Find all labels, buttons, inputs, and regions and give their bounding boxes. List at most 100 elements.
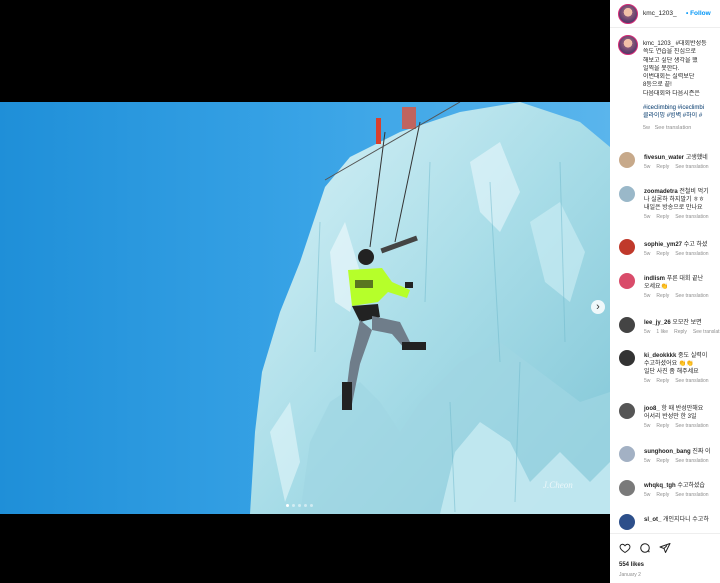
share-icon[interactable] bbox=[659, 542, 671, 554]
comment-item: lee_jy_26 오모잔 보면 5w 1 like Reply See transla… bbox=[618, 317, 720, 347]
caption-line: 해보고 싶단 생각을 했 bbox=[643, 57, 698, 64]
caption-line: 이번대회는 실력보단 bbox=[643, 74, 695, 81]
follow-button[interactable]: • Follow bbox=[686, 10, 711, 17]
commenter-avatar[interactable] bbox=[619, 317, 635, 333]
comment-time: 5w bbox=[644, 378, 651, 384]
commenter-avatar[interactable] bbox=[619, 350, 635, 366]
commenter-avatar[interactable] bbox=[619, 446, 635, 462]
caption-hashtags[interactable]: #iceclimbing #iceclimbi bbox=[643, 104, 720, 112]
comment-icon[interactable] bbox=[639, 542, 651, 554]
carousel-dots bbox=[286, 504, 313, 507]
comment-time: 5w bbox=[644, 214, 651, 220]
carousel-dot[interactable] bbox=[310, 504, 313, 507]
comment-text: 오모잔 보면 bbox=[672, 320, 702, 326]
commenter-avatar[interactable] bbox=[619, 480, 635, 496]
comment-text: 푸른 대회 끝난 bbox=[666, 276, 704, 282]
commenter-username[interactable]: fivesun_water bbox=[644, 155, 684, 161]
commenter-username[interactable]: sl_ot_ bbox=[644, 517, 661, 523]
comment-text-extra: 내일은 방송으로 만나요 bbox=[644, 205, 703, 211]
comment-time: 5w bbox=[644, 492, 651, 498]
commenter-username[interactable]: zoomadetra bbox=[644, 189, 678, 195]
carousel-dot[interactable] bbox=[304, 504, 307, 507]
heart-icon[interactable] bbox=[619, 542, 631, 554]
comment-item: zoomadetra 전철비 먹기나 실론하 하지말기 ㅎㅎ 내일은 방송으로 만… bbox=[618, 186, 720, 220]
post-date: January 2 bbox=[619, 572, 641, 578]
see-translation-link[interactable]: See translation bbox=[675, 378, 708, 384]
commenter-username[interactable]: ki_deokkkk bbox=[644, 353, 676, 359]
reply-button[interactable]: Reply bbox=[656, 458, 669, 464]
comment-text-extra: 일단 사진 좀 해주세요 bbox=[644, 369, 699, 375]
see-translation-link[interactable]: See translation bbox=[675, 214, 708, 220]
comment-time: 5w bbox=[644, 164, 651, 170]
reply-button[interactable]: Reply bbox=[656, 378, 669, 384]
comment-time: 5w bbox=[644, 329, 651, 335]
comment-item: fivesun_water 고생했네 5w Reply See translation bbox=[618, 152, 720, 182]
chevron-right-icon: › bbox=[596, 301, 600, 313]
reply-button[interactable]: Reply bbox=[656, 492, 669, 498]
commenter-username[interactable]: joo8_ bbox=[644, 406, 660, 412]
author-username[interactable]: kmc_1203_ bbox=[643, 10, 677, 17]
commenter-username[interactable]: sophie_ym27 bbox=[644, 242, 682, 248]
comment-item: sunghoon_bang 진짜 이 5w Reply See translation bbox=[618, 446, 720, 476]
comment-text: 진짜 이 bbox=[692, 449, 711, 455]
commenter-avatar[interactable] bbox=[619, 403, 635, 419]
post-media: J.Cheon › bbox=[0, 0, 610, 583]
comments-panel: kmc_1203_ • Follow kmc_1203_ #대회반성등 쓱도 연습… bbox=[610, 0, 720, 583]
see-translation-link[interactable]: See translation bbox=[693, 329, 720, 335]
carousel-dot[interactable] bbox=[286, 504, 289, 507]
carousel-dot[interactable] bbox=[292, 504, 295, 507]
comment-text: 수고하셨습 bbox=[677, 483, 705, 489]
commenter-avatar[interactable] bbox=[619, 514, 635, 530]
photo-signature: J.Cheon bbox=[543, 480, 573, 490]
see-translation-link[interactable]: See translation bbox=[675, 423, 708, 429]
comment-text: 고생했네 bbox=[685, 155, 708, 161]
caption-avatar[interactable] bbox=[618, 35, 638, 55]
see-translation-link[interactable]: See translation bbox=[675, 458, 708, 464]
comment-text-extra: 수고하셨어요 👏👏 bbox=[644, 361, 694, 367]
comment-item: joo8_ 항 때 반성만해요 어서리 반성만 한 3일 5w Reply See tr… bbox=[618, 403, 720, 433]
comment-likes[interactable]: 1 like bbox=[656, 329, 668, 335]
caption-hashtags[interactable]: 클라이밍 #빙벽 #하이 # bbox=[643, 112, 720, 120]
next-photo-button[interactable]: › bbox=[591, 300, 605, 314]
commenter-username[interactable]: whqkq_tgh bbox=[644, 483, 676, 489]
comment-text-extra: 오세요👏 bbox=[644, 284, 669, 290]
comment-item: indlism 푸른 대회 끝난오세요👏 5w Reply See translati… bbox=[618, 273, 720, 303]
comment-text-extra: 나 실론하 하지말기 ㅎㅎ bbox=[644, 197, 705, 203]
author-avatar[interactable] bbox=[618, 4, 638, 24]
see-translation-link[interactable]: See translation bbox=[675, 251, 708, 257]
commenter-avatar[interactable] bbox=[619, 186, 635, 202]
commenter-username[interactable]: lee_jy_26 bbox=[644, 320, 671, 326]
comment-item: ki_deokkkk 중도 실력이 수고하셨어요 👏👏 일단 사진 좀 해주세요 5w… bbox=[618, 350, 720, 384]
comment-text: 수고 하셨 bbox=[683, 242, 708, 248]
commenter-avatar[interactable] bbox=[619, 239, 635, 255]
commenter-username[interactable]: indlism bbox=[644, 276, 665, 282]
commenter-username[interactable]: sunghoon_bang bbox=[644, 449, 691, 455]
post-actions: 554 likes January 2 bbox=[610, 533, 720, 583]
commenter-avatar[interactable] bbox=[619, 152, 635, 168]
caption-line: 8등으로 끝! bbox=[643, 82, 672, 89]
reply-button[interactable]: Reply bbox=[656, 164, 669, 170]
reply-button[interactable]: Reply bbox=[674, 329, 687, 335]
reply-button[interactable]: Reply bbox=[656, 423, 669, 429]
comment-time: 5w bbox=[644, 293, 651, 299]
see-translation-link[interactable]: See translation bbox=[675, 164, 708, 170]
see-translation-link[interactable]: See translation bbox=[675, 492, 708, 498]
caption-see-translation[interactable]: See translation bbox=[655, 125, 692, 131]
caption-line: 다음대회와 다음시즌은 bbox=[643, 90, 700, 97]
reply-button[interactable]: Reply bbox=[656, 293, 669, 299]
comment-time: 5w bbox=[644, 423, 651, 429]
caption-line: kmc_1203_ #대회반성등 bbox=[643, 41, 707, 47]
commenter-avatar[interactable] bbox=[619, 273, 635, 289]
comment-item: whqkq_tgh 수고하셨습 5w Reply See translation bbox=[618, 480, 720, 510]
comment-item: sophie_ym27 수고 하셨 5w Reply See translation bbox=[618, 239, 720, 269]
comment-text-extra: 어서리 반성만 한 3일 bbox=[644, 414, 697, 420]
see-translation-link[interactable]: See translation bbox=[675, 293, 708, 299]
reply-button[interactable]: Reply bbox=[656, 214, 669, 220]
caption-time: 5w bbox=[643, 124, 651, 131]
comment-time: 5w bbox=[644, 251, 651, 257]
comment-text: 전철비 먹기 bbox=[679, 189, 709, 195]
reply-button[interactable]: Reply bbox=[656, 251, 669, 257]
like-count[interactable]: 554 likes bbox=[619, 562, 644, 568]
post-header: kmc_1203_ • Follow bbox=[610, 0, 720, 28]
carousel-dot[interactable] bbox=[298, 504, 301, 507]
